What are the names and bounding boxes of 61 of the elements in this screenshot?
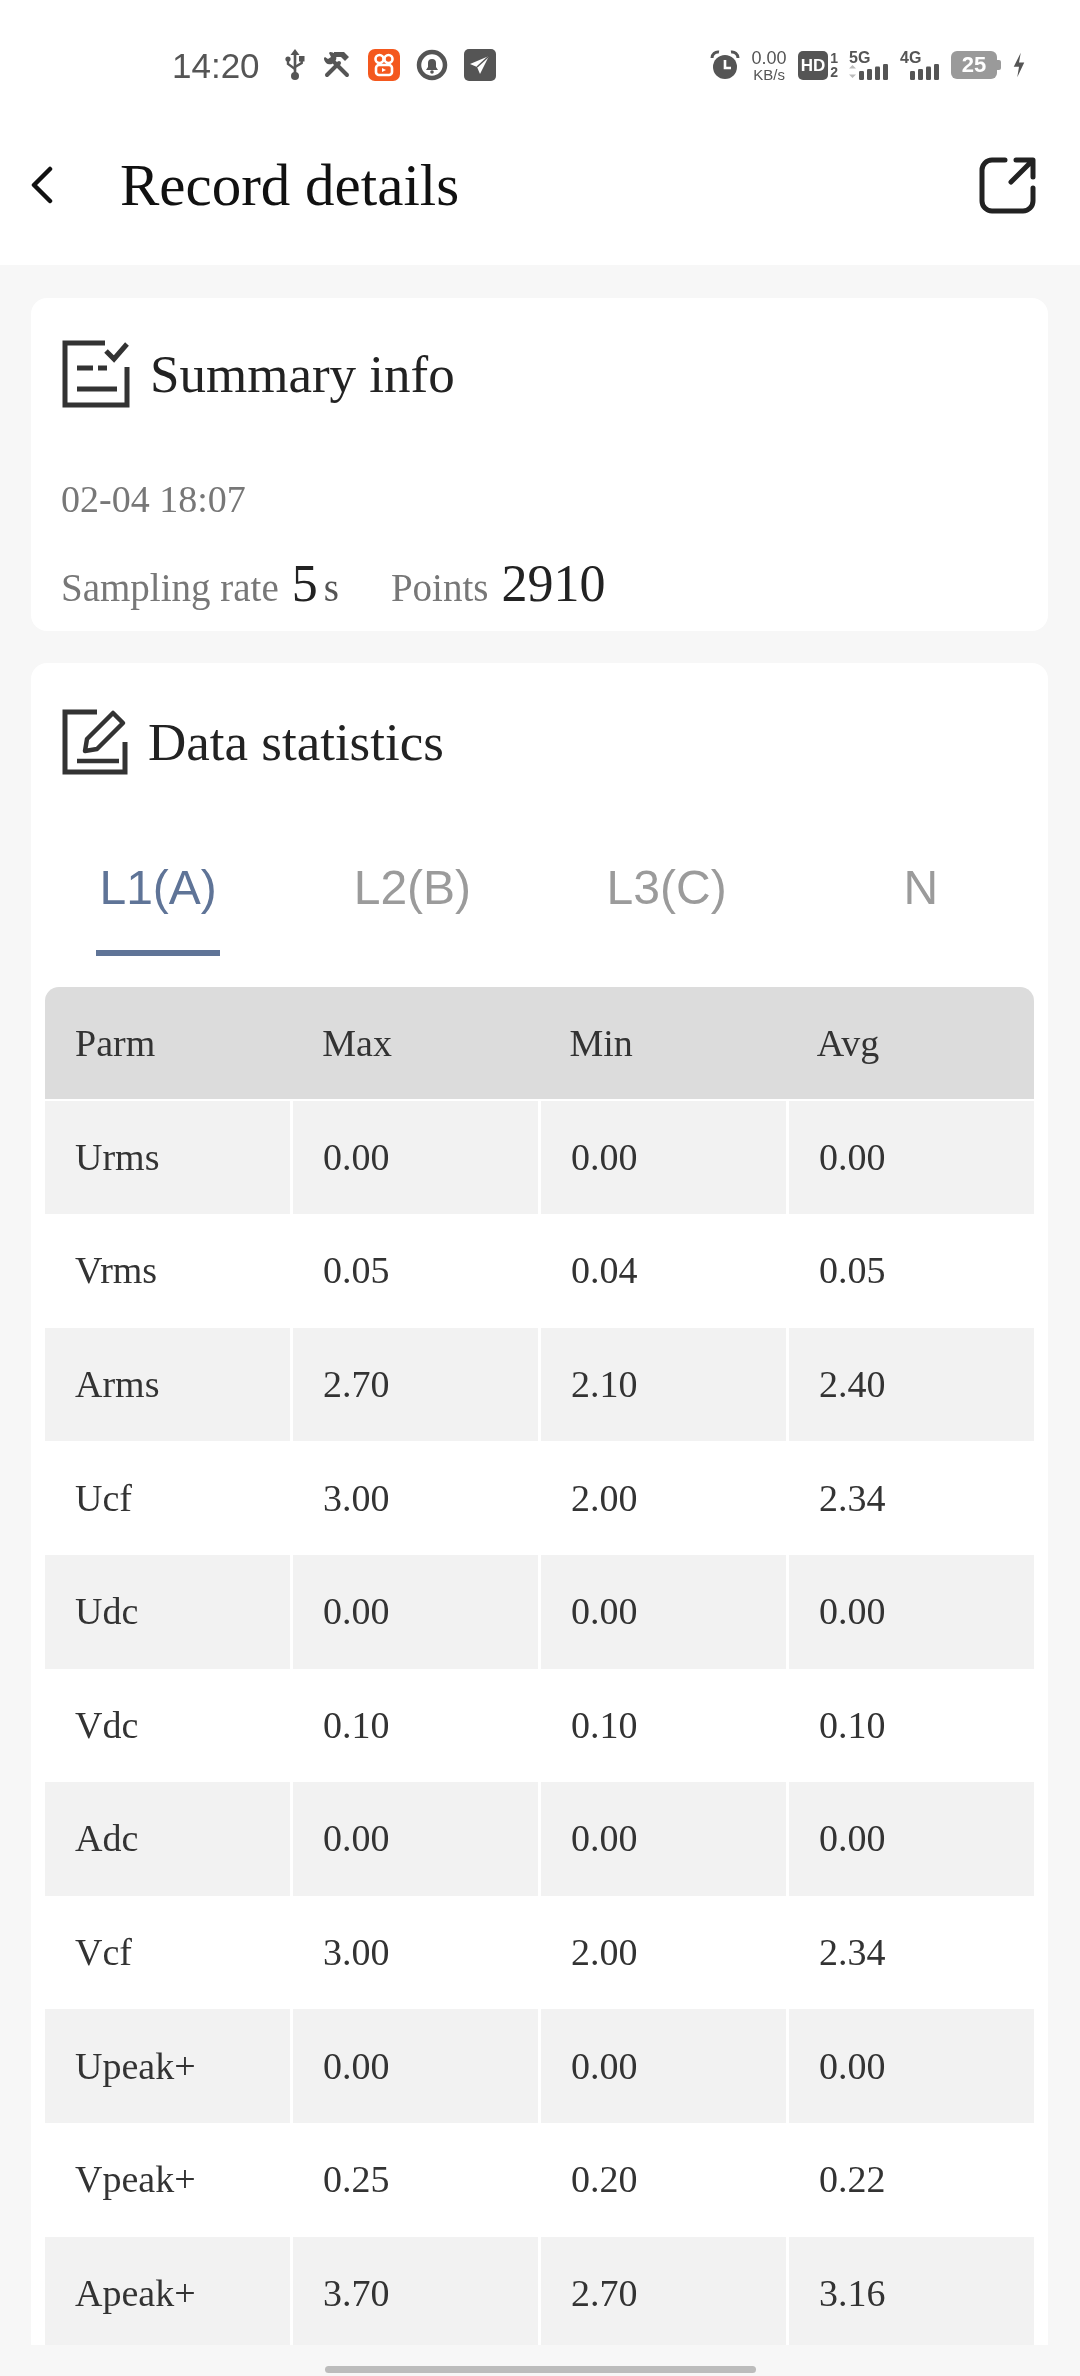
table-cell: 0.00 <box>538 1554 786 1669</box>
page-title: Record details <box>120 155 460 215</box>
table-cell: Adc <box>45 1782 290 1896</box>
column-header: Parm <box>45 987 293 1099</box>
share-icon[interactable] <box>978 155 1038 215</box>
table-cell: 2.70 <box>538 2236 786 2345</box>
field-unit: s <box>323 565 339 611</box>
sim-slot-number: 2 <box>830 65 838 79</box>
network-type-label: 5G <box>849 50 871 66</box>
table-cell: Urms <box>45 1100 290 1215</box>
table-cell: 3.70 <box>290 2236 538 2345</box>
back-button[interactable] <box>30 166 54 204</box>
table-cell: 0.00 <box>786 1554 1034 1669</box>
network-type-label: 4G <box>900 50 922 66</box>
table-cell: 0.00 <box>786 1782 1034 1896</box>
table-cell: 0.00 <box>538 1100 786 1215</box>
checklist-icon <box>61 339 131 409</box>
table-cell: Udc <box>45 1554 290 1669</box>
network-speed: 0.00 <box>751 48 787 67</box>
column-header: Min <box>539 987 787 1099</box>
table-cell: 0.00 <box>786 2009 1034 2123</box>
video-app-icon <box>367 49 400 81</box>
paper-plane-icon <box>463 49 496 81</box>
table-cell: 2.70 <box>290 1327 538 1442</box>
field-label: Sampling rate <box>61 565 279 612</box>
table-cell: 2.10 <box>538 1327 786 1442</box>
field-value: 2910 <box>501 554 606 614</box>
battery-indicator: 25 <box>951 51 1001 79</box>
hd-badge: HD <box>797 50 829 80</box>
record-date: 02-04 18:07 <box>61 477 246 522</box>
table-cell: 2.40 <box>786 1327 1034 1442</box>
table-cell: Upeak+ <box>45 2009 290 2123</box>
network-speed-unit: KB/s <box>753 66 785 82</box>
tab[interactable]: L2(B) <box>350 862 475 956</box>
table-cell: 0.00 <box>538 1782 786 1896</box>
tools-icon <box>321 50 352 80</box>
table-cell: 0.00 <box>290 1782 538 1896</box>
back-icon <box>30 166 54 204</box>
usb-icon <box>283 48 306 82</box>
table-cell: Arms <box>45 1327 290 1442</box>
table-cell: 0.00 <box>290 2009 538 2123</box>
alarm-clock-icon <box>708 49 741 81</box>
edit-icon <box>61 708 129 776</box>
table-cell: 3.16 <box>786 2236 1034 2345</box>
table-cell: 0.00 <box>290 1100 538 1215</box>
field-value: 5 <box>291 554 318 614</box>
tab[interactable]: L3(C) <box>603 862 730 956</box>
field-label: Points <box>390 565 489 611</box>
sim-slot-number: 1 <box>830 51 838 65</box>
table-cell: 0.00 <box>538 2009 786 2123</box>
card-title: Data statistics <box>148 715 444 769</box>
tab[interactable]: L1(A) <box>96 862 220 956</box>
column-header: Avg <box>786 987 1034 1099</box>
card-title: Summary info <box>150 347 455 401</box>
tab[interactable]: N <box>900 862 942 956</box>
table-cell: 0.00 <box>786 1100 1034 1215</box>
bell-circle-icon <box>415 49 448 81</box>
table-cell: 0.00 <box>290 1554 538 1669</box>
column-header: Max <box>292 987 540 1099</box>
clock-time: 14:20 <box>172 47 260 83</box>
table-cell: Apeak+ <box>45 2236 290 2345</box>
